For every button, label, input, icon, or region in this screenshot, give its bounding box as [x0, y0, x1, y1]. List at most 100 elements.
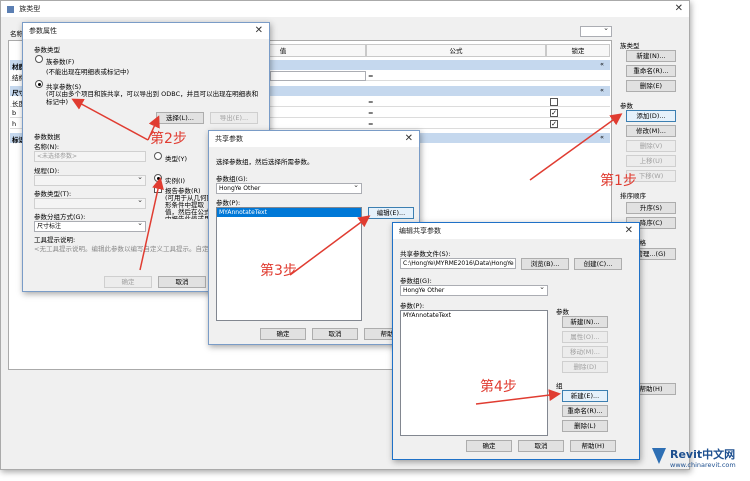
value-cell[interactable] — [270, 71, 366, 81]
app-icon — [7, 5, 14, 13]
create-button[interactable]: 创建(C)... — [574, 258, 622, 270]
shared-param-radio[interactable] — [35, 80, 43, 88]
parameter-properties-titlebar: 参数属性 — [23, 23, 269, 39]
param-name-field[interactable]: <未选择参数> — [34, 151, 146, 162]
step4-label: 第4步 — [480, 379, 517, 395]
col-header-lock[interactable]: 锁定 — [546, 44, 610, 57]
edit-shared-titlebar: 编辑共享参数 — [393, 223, 639, 239]
group-by-combo[interactable]: 尺寸标注 — [34, 221, 146, 232]
report-param-label: 报告参数(R) — [165, 187, 201, 195]
tooltip-text: <无工具提示说明。编辑此参数以编写自定义工具提示。自定义工具提示... — [34, 245, 214, 253]
remove-parameter-button[interactable]: 删除(V) — [626, 140, 676, 152]
param-type-label: 参数类型(T): — [34, 190, 72, 198]
edit-group-label: 参数组(G): — [400, 277, 432, 285]
family-types-titlebar: 族类型 — [1, 1, 689, 17]
collapse-icon[interactable]: « — [600, 86, 604, 94]
collapse-icon[interactable]: « — [600, 133, 604, 141]
lock-checkbox[interactable]: ✓ — [550, 120, 558, 128]
list-item[interactable]: MYAnnotateText — [217, 208, 361, 217]
param-props-cancel-button[interactable]: 取消 — [158, 276, 206, 288]
move-up-button[interactable]: 上移(U) — [626, 155, 676, 167]
edit-help-button[interactable]: 帮助(H) — [570, 440, 616, 452]
shared-group-combo[interactable]: HongYe Other — [216, 183, 362, 194]
family-param-desc: (不能出现在明细表或标记中) — [46, 68, 130, 76]
browse-button[interactable]: 浏览(B)... — [521, 258, 569, 270]
move-param-button[interactable]: 移动(M)... — [562, 346, 608, 358]
family-types-title: 族类型 — [19, 5, 41, 13]
shared-group-label: 参数组(G): — [216, 175, 248, 183]
lock-checkbox[interactable] — [550, 98, 558, 106]
lock-checkbox[interactable]: ✓ — [550, 109, 558, 117]
step1-label: 第1步 — [600, 173, 637, 189]
type-radio-label: 类型(Y) — [165, 155, 188, 163]
modify-parameter-button[interactable]: 修改(M)... — [626, 125, 676, 137]
close-icon[interactable]: ✕ — [405, 131, 413, 147]
type-name-combo[interactable] — [580, 26, 612, 37]
row-label-h: h — [12, 120, 17, 128]
watermark: Revit中文网 www.chinarevit.com — [652, 446, 748, 478]
param-section-label: 参数 — [556, 308, 569, 316]
new-type-button[interactable]: 新建(N)... — [626, 50, 676, 62]
group-section-label: 组 — [556, 382, 563, 390]
shared-cancel-button[interactable]: 取消 — [312, 328, 358, 340]
edit-group-combo[interactable]: HongYe Other — [400, 285, 548, 296]
edit-params-list[interactable]: MYAnnotateText — [400, 310, 548, 436]
collapse-icon[interactable]: « — [600, 60, 604, 68]
param-props-ok-button[interactable]: 确定 — [104, 276, 152, 288]
parameter-data-group: 参数数据 — [34, 133, 60, 141]
edit-params-label: 参数(P): — [400, 302, 425, 310]
formula-cell[interactable]: = — [368, 120, 373, 128]
select-shared-button[interactable]: 选择(L)... — [156, 112, 204, 124]
step3-label: 第3步 — [260, 263, 297, 279]
col-header-formula[interactable]: 公式 — [366, 44, 546, 57]
delete-group-button[interactable]: 删除(L) — [562, 420, 608, 432]
param-name-label: 名称(N): — [34, 143, 60, 151]
shared-instruction: 选择参数组，然后选择所需参数。 — [216, 158, 314, 166]
instance-radio[interactable] — [154, 174, 162, 182]
revit-logo-icon — [652, 448, 666, 464]
family-param-radio[interactable] — [35, 55, 43, 63]
add-parameter-button[interactable]: 添加(D)... — [626, 110, 676, 122]
rename-group-button[interactable]: 重命名(R)... — [562, 405, 608, 417]
shared-file-field[interactable]: C:\HongYe\MYRME2016\Data\HongYe SS — [400, 258, 516, 269]
discipline-label: 规程(D): — [34, 167, 60, 175]
new-group-button[interactable]: 新建(E)... — [562, 390, 608, 402]
edit-shared-title: 编辑共享参数 — [399, 227, 441, 235]
report-param-checkbox[interactable] — [154, 185, 162, 193]
shared-param-desc: (可以由多个项目和族共享，可以导出到 ODBC，并且可以出现在明细表和标记中) — [46, 90, 259, 106]
watermark-brand: Revit中文网 — [670, 448, 736, 461]
shared-parameters-titlebar: 共享参数 — [209, 131, 419, 147]
edit-ok-button[interactable]: 确定 — [466, 440, 512, 452]
delete-param-button[interactable]: 删除(D) — [562, 361, 608, 373]
shared-ok-button[interactable]: 确定 — [260, 328, 306, 340]
instance-radio-label: 实例(I) — [165, 177, 185, 185]
discipline-combo[interactable] — [34, 175, 146, 186]
list-item[interactable]: MYAnnotateText — [401, 311, 547, 320]
family-types-group-label: 族类型 — [620, 42, 640, 50]
type-radio[interactable] — [154, 152, 162, 160]
param-props-button[interactable]: 属性(O)... — [562, 331, 608, 343]
shared-parameters-title: 共享参数 — [215, 135, 243, 143]
sort-ascending-button[interactable]: 升序(S) — [626, 202, 676, 214]
param-type-combo[interactable] — [34, 198, 146, 209]
shared-params-label: 参数(P): — [216, 199, 241, 207]
formula-cell[interactable]: = — [368, 109, 373, 117]
rename-type-button[interactable]: 重命名(R)... — [626, 65, 676, 77]
row-label-b: b — [12, 109, 17, 117]
formula-cell[interactable]: = — [368, 98, 373, 106]
params-group-label: 参数 — [620, 102, 633, 110]
formula-cell[interactable]: = — [368, 72, 373, 80]
close-icon[interactable]: ✕ — [255, 23, 263, 39]
close-icon[interactable]: ✕ — [675, 1, 683, 17]
export-button[interactable]: 导出(E)... — [210, 112, 258, 124]
close-icon[interactable]: ✕ — [625, 223, 633, 239]
shared-edit-button[interactable]: 编辑(E)... — [368, 207, 414, 219]
watermark-url: www.chinarevit.com — [670, 461, 736, 469]
new-param-button[interactable]: 新建(N)... — [562, 316, 608, 328]
delete-type-button[interactable]: 删除(E) — [626, 80, 676, 92]
step2-label: 第2步 — [150, 131, 187, 147]
group-by-label: 参数分组方式(G): — [34, 213, 86, 221]
edit-cancel-button[interactable]: 取消 — [518, 440, 564, 452]
parameter-type-group: 参数类型 — [34, 46, 60, 54]
family-param-label: 族参数(F) — [46, 58, 75, 66]
